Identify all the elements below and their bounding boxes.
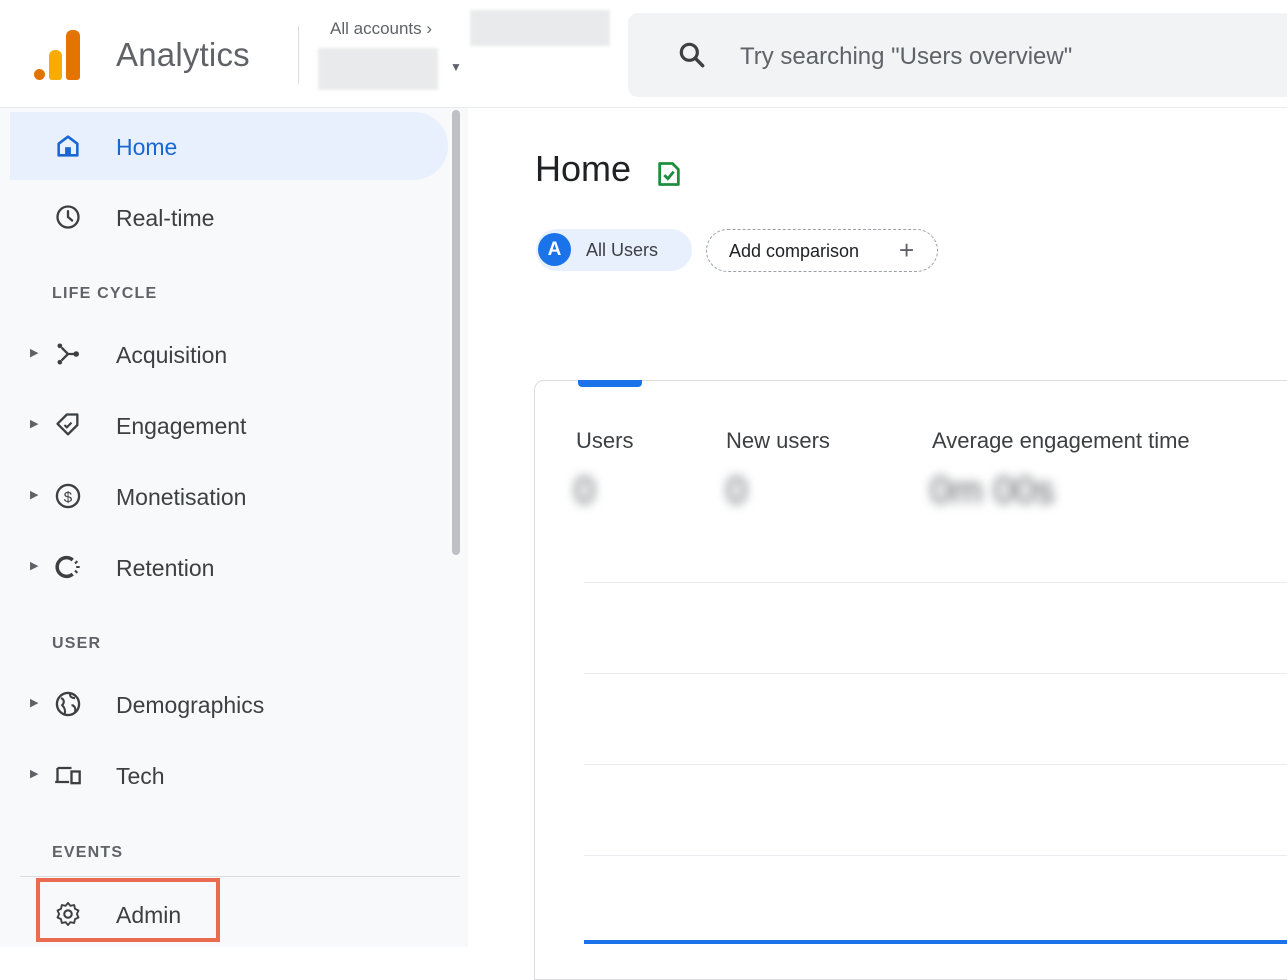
expand-caret-icon[interactable]: ▶	[30, 767, 38, 780]
sidebar-item-monetisation[interactable]: ▶ $ Monetisation	[10, 462, 448, 530]
section-label-user: USER	[52, 635, 102, 652]
header-divider	[298, 26, 299, 84]
sidebar-item-label: Monetisation	[116, 484, 247, 510]
segment-chip-label: All Users	[586, 240, 659, 260]
metric-tab-users[interactable]: Users	[576, 428, 633, 454]
sidebar-item-tech[interactable]: ▶ Tech	[10, 741, 448, 809]
sidebar-item-label: Demographics	[116, 692, 265, 718]
globe-icon	[55, 691, 81, 717]
monetisation-icon: $	[55, 483, 81, 509]
sidebar-item-label: Real-time	[116, 205, 215, 231]
logo-dot	[34, 69, 45, 80]
metric-value-avg-engagement-time: 0m 00s	[930, 470, 1055, 512]
expand-caret-icon[interactable]: ▶	[30, 559, 38, 572]
search-icon	[679, 42, 705, 68]
sidebar-item-home[interactable]: Home	[10, 112, 448, 180]
sidebar-item-label: Tech	[116, 763, 165, 789]
expand-caret-icon[interactable]: ▶	[30, 417, 38, 430]
retention-icon	[55, 555, 80, 579]
sidebar-item-demographics[interactable]: ▶ Demographics	[10, 670, 448, 738]
metric-value-new-users: 0	[726, 470, 748, 512]
expand-caret-icon[interactable]: ▶	[30, 696, 38, 709]
chart-gridline	[584, 673, 1287, 674]
clock-icon	[56, 205, 80, 229]
devices-icon	[55, 766, 81, 785]
redacted-account-name	[470, 10, 610, 46]
metric-tab-new-users[interactable]: New users	[726, 428, 830, 454]
redacted-property-selector[interactable]	[318, 48, 438, 90]
plus-icon: +	[899, 235, 915, 265]
sidebar-item-acquisition[interactable]: ▶ Acquisition	[10, 320, 448, 388]
sidebar-item-label: Acquisition	[116, 342, 228, 368]
page-title: Home	[535, 148, 632, 189]
expand-caret-icon[interactable]: ▶	[30, 488, 38, 501]
section-label-life-cycle: LIFE CYCLE	[52, 285, 158, 302]
acquisition-icon	[57, 343, 79, 365]
segment-chip-all-users[interactable]: A All Users	[536, 229, 692, 271]
logo-bar-short	[49, 50, 62, 80]
sidebar-item-retention[interactable]: ▶ Retention	[10, 533, 448, 601]
section-label-events: EVENTS	[52, 844, 124, 861]
sidebar-item-label: Retention	[116, 555, 215, 581]
admin-highlight-box	[36, 878, 220, 942]
search-bar[interactable]: Try searching "Users overview"	[628, 13, 1287, 97]
sidebar-item-engagement[interactable]: ▶ Engagement	[10, 391, 448, 459]
metric-value-users: 0	[574, 470, 596, 512]
sidebar-item-label: Home	[116, 134, 178, 160]
analytics-logo-icon[interactable]	[34, 28, 84, 80]
home-icon	[57, 135, 79, 157]
sidebar-item-label: Engagement	[116, 413, 247, 439]
property-dropdown-caret-icon[interactable]: ▼	[450, 60, 462, 74]
engagement-icon	[56, 413, 79, 436]
chart-baseline	[584, 940, 1287, 944]
app-title[interactable]: Analytics	[116, 36, 250, 74]
top-app-bar: Analytics All accounts › ▼ Try searching…	[0, 0, 1287, 108]
chart-gridline	[584, 855, 1287, 856]
svg-text:$: $	[64, 489, 73, 506]
card-tab-indicator	[578, 380, 642, 387]
expand-caret-icon[interactable]: ▶	[30, 346, 38, 359]
metric-tab-avg-engagement-time[interactable]: Average engagement time	[932, 428, 1190, 454]
segment-avatar: A	[538, 233, 571, 266]
sidebar-divider	[20, 876, 460, 877]
sidebar-scrollbar[interactable]	[452, 110, 460, 555]
account-breadcrumb[interactable]: All accounts ›	[330, 19, 432, 39]
logo-bar-tall	[66, 30, 80, 80]
search-placeholder: Try searching "Users overview"	[740, 43, 1073, 70]
sidebar-item-real-time[interactable]: Real-time	[10, 183, 448, 251]
saved-report-icon[interactable]	[655, 160, 683, 188]
add-comparison-button[interactable]: Add comparison +	[706, 229, 938, 272]
add-comparison-label: Add comparison	[729, 241, 860, 261]
overview-card	[534, 380, 1287, 980]
chart-gridline	[584, 764, 1287, 765]
chart-gridline	[584, 582, 1287, 583]
